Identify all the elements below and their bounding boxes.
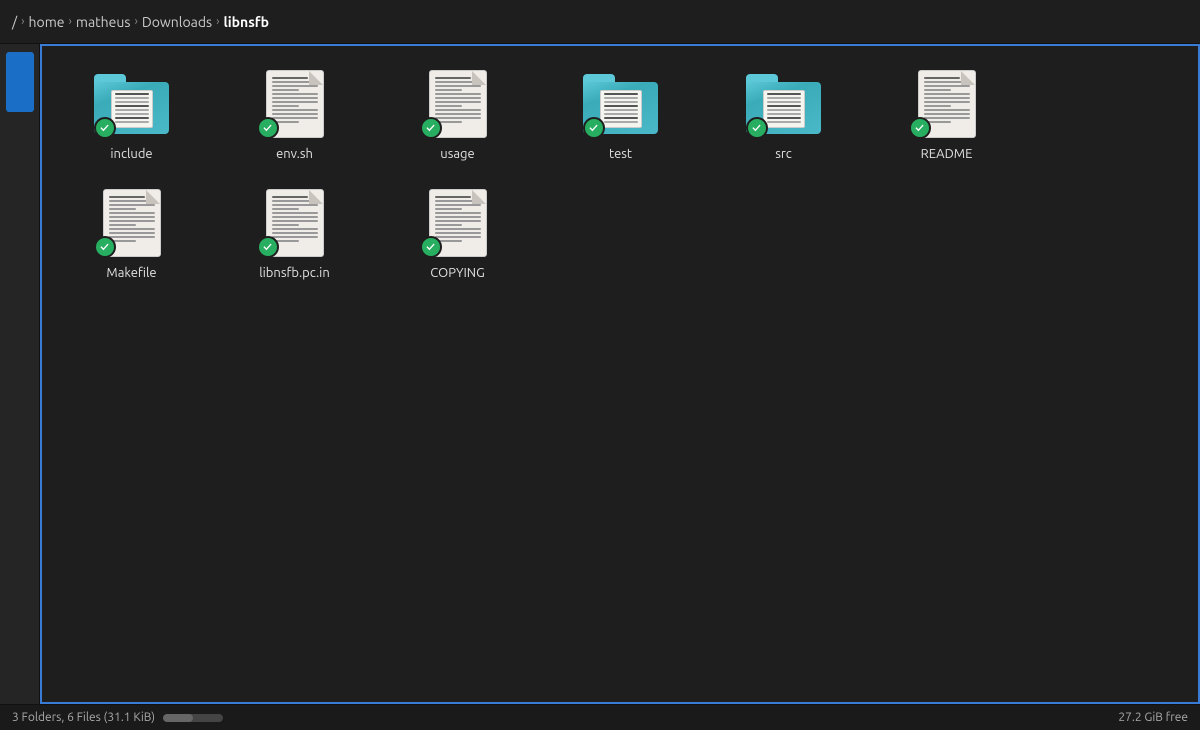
sep-3: ›: [134, 15, 137, 28]
file-area[interactable]: include env.sh usage test src README Makefile l…: [40, 44, 1200, 704]
sidebar: [0, 44, 40, 704]
icon-wrapper: [255, 185, 335, 260]
check-badge: [746, 117, 768, 139]
file-item[interactable]: test: [543, 58, 698, 169]
icon-wrapper: [581, 66, 661, 141]
file-label: libnsfb.pc.in: [259, 266, 330, 280]
file-item[interactable]: env.sh: [217, 58, 372, 169]
breadcrumb-current: libnsfb: [223, 14, 268, 30]
file-grid: include env.sh usage test src README Makefile l…: [54, 58, 1186, 288]
file-label: COPYING: [430, 266, 484, 280]
file-label: Makefile: [106, 266, 156, 280]
file-item[interactable]: COPYING: [380, 177, 535, 288]
file-item[interactable]: include: [54, 58, 209, 169]
file-label: include: [110, 147, 152, 161]
breadcrumb-bar: / › home › matheus › Downloads › libnsfb: [0, 0, 1200, 44]
icon-wrapper: [255, 66, 335, 141]
icon-wrapper: [418, 185, 498, 260]
icon-wrapper: [92, 66, 172, 141]
file-item[interactable]: Makefile: [54, 177, 209, 288]
check-badge: [94, 236, 116, 258]
sidebar-bookmark[interactable]: [6, 52, 34, 112]
file-label: src: [775, 147, 792, 161]
file-item[interactable]: README: [869, 58, 1024, 169]
sep-4: ›: [216, 15, 219, 28]
icon-wrapper: [907, 66, 987, 141]
check-badge: [420, 117, 442, 139]
file-label: README: [921, 147, 973, 161]
check-badge: [257, 236, 279, 258]
check-badge: [420, 236, 442, 258]
icon-wrapper: [418, 66, 498, 141]
main-layout: include env.sh usage test src README Makefile l…: [0, 44, 1200, 704]
breadcrumb-home[interactable]: home: [29, 14, 65, 30]
check-badge: [583, 117, 605, 139]
file-item[interactable]: usage: [380, 58, 535, 169]
file-item[interactable]: libnsfb.pc.in: [217, 177, 372, 288]
status-progress: [163, 714, 223, 722]
file-label: usage: [440, 147, 474, 161]
icon-wrapper: [92, 185, 172, 260]
status-progress-inner: [163, 714, 193, 722]
file-label: test: [609, 147, 632, 161]
file-item[interactable]: src: [706, 58, 861, 169]
breadcrumb-user[interactable]: matheus: [76, 14, 131, 30]
status-free: 27.2 GiB free: [1118, 711, 1188, 724]
status-left: 3 Folders, 6 Files (31.1 KiB): [12, 711, 223, 724]
breadcrumb-root[interactable]: /: [12, 14, 17, 30]
icon-wrapper: [744, 66, 824, 141]
check-badge: [94, 117, 116, 139]
file-label: env.sh: [276, 147, 313, 161]
breadcrumb-downloads[interactable]: Downloads: [142, 14, 212, 30]
status-info: 3 Folders, 6 Files (31.1 KiB): [12, 711, 155, 724]
check-badge: [909, 117, 931, 139]
check-badge: [257, 117, 279, 139]
status-bar: 3 Folders, 6 Files (31.1 KiB) 27.2 GiB f…: [0, 704, 1200, 730]
sep-1: ›: [21, 15, 24, 28]
sep-2: ›: [69, 15, 72, 28]
